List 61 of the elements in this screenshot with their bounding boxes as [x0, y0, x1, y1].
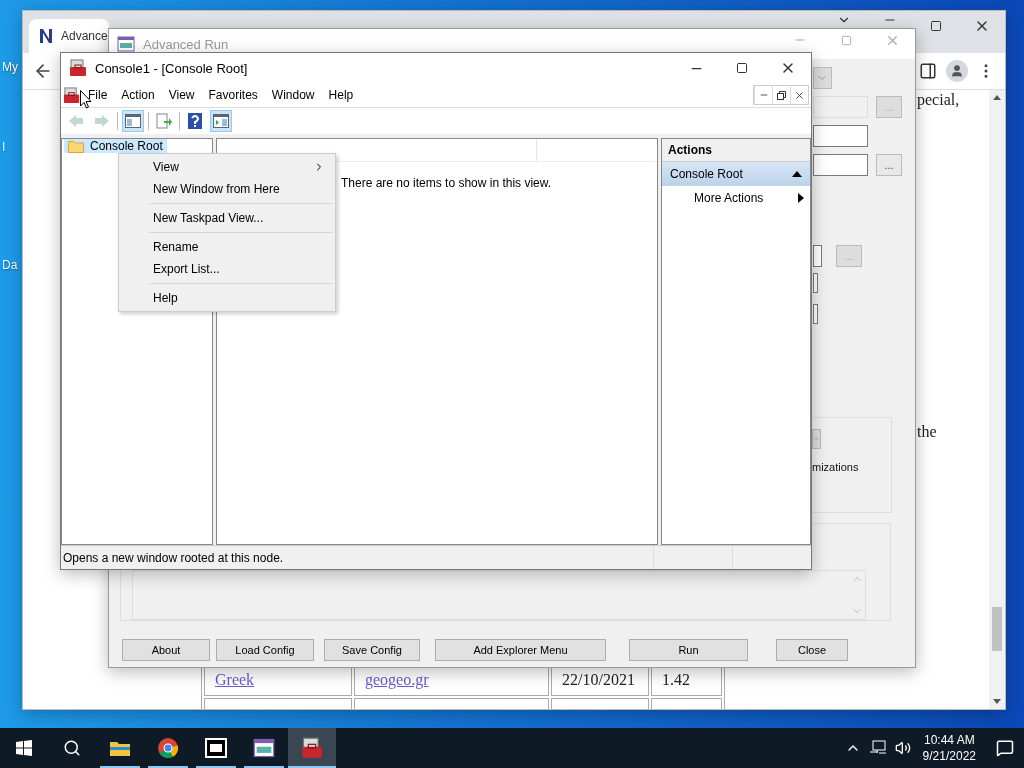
- toolbox-icon: [301, 737, 323, 759]
- menu-item[interactable]: Action: [115, 86, 161, 104]
- network-icon[interactable]: [868, 740, 887, 756]
- window-title: Console1 - [Console Root]: [95, 60, 248, 76]
- dialog-button[interactable]: Close: [776, 639, 848, 661]
- dialog-button[interactable]: Run: [629, 639, 748, 661]
- volume-icon[interactable]: [894, 740, 911, 756]
- context-menu-item[interactable]: View: [119, 156, 335, 178]
- status-text: Opens a new window rooted at this node.: [62, 550, 285, 565]
- collapse-icon[interactable]: [792, 171, 802, 177]
- scroll-down-icon[interactable]: [993, 699, 1001, 705]
- window-app-icon: [253, 737, 275, 759]
- browser-tab[interactable]: Advance: [29, 19, 109, 53]
- context-menu-item[interactable]: Rename: [119, 236, 335, 258]
- scroll-up-icon[interactable]: [993, 94, 1001, 100]
- dropdown-field[interactable]: [812, 429, 821, 449]
- action-pane-icon[interactable]: [210, 110, 232, 132]
- scroll-thumb[interactable]: [992, 607, 1002, 651]
- notification-icon[interactable]: [996, 739, 1014, 757]
- context-menu-item[interactable]: New Taskpad View...: [119, 207, 335, 229]
- folder-icon: [109, 739, 131, 757]
- dialog-button[interactable]: About: [122, 639, 210, 661]
- input-field[interactable]: [813, 154, 868, 176]
- taskbar-app[interactable]: [288, 728, 336, 768]
- export-list-icon[interactable]: [153, 110, 175, 132]
- menu-item[interactable]: Help: [322, 86, 360, 104]
- context-menu-item[interactable]: Help: [119, 287, 335, 309]
- input-field[interactable]: [813, 304, 818, 324]
- option-label: mizations: [812, 461, 860, 473]
- input-field[interactable]: [813, 245, 822, 267]
- menu-item[interactable]: View: [162, 86, 201, 104]
- tree-item[interactable]: Console Root: [64, 139, 167, 153]
- dialog-button[interactable]: Add Explorer Menu: [435, 639, 606, 661]
- dialog-button[interactable]: Save Config: [324, 639, 420, 661]
- input-field[interactable]: [813, 273, 818, 293]
- dialog-button[interactable]: Load Config: [216, 639, 314, 661]
- submenu-arrow-icon: [798, 193, 804, 203]
- browse-button[interactable]: ...: [876, 154, 902, 176]
- browser-logo-icon: [157, 737, 179, 759]
- folder-icon: [68, 139, 84, 153]
- tree-pane-icon[interactable]: [122, 110, 144, 132]
- dropdown-field[interactable]: [813, 67, 832, 89]
- archive-app-icon: [205, 738, 227, 758]
- clock[interactable]: 10:44 AM 9/21/2022: [922, 732, 976, 764]
- context-menu-item[interactable]: Export List...: [119, 258, 335, 280]
- menu-item[interactable]: Favorites: [202, 86, 264, 104]
- scrollbar[interactable]: [989, 90, 1005, 709]
- page-text: pecial,: [917, 92, 961, 108]
- input-field[interactable]: [813, 125, 868, 147]
- menu-item[interactable]: Window: [265, 86, 321, 104]
- actions-header: Actions: [662, 139, 810, 162]
- action-item[interactable]: More Actions: [662, 186, 810, 210]
- toolbox-icon: [69, 59, 87, 77]
- window-title: Advanced Run: [143, 36, 229, 52]
- page-text: the: [917, 424, 938, 440]
- empty-message: There are no items to show in this view.: [341, 176, 553, 190]
- site-logo-icon: [39, 28, 53, 44]
- actions-group[interactable]: Console Root: [662, 162, 810, 186]
- side-panel-icon[interactable]: [919, 62, 937, 80]
- profile-avatar[interactable]: [946, 60, 968, 82]
- context-menu-item[interactable]: New Window from Here: [119, 178, 335, 200]
